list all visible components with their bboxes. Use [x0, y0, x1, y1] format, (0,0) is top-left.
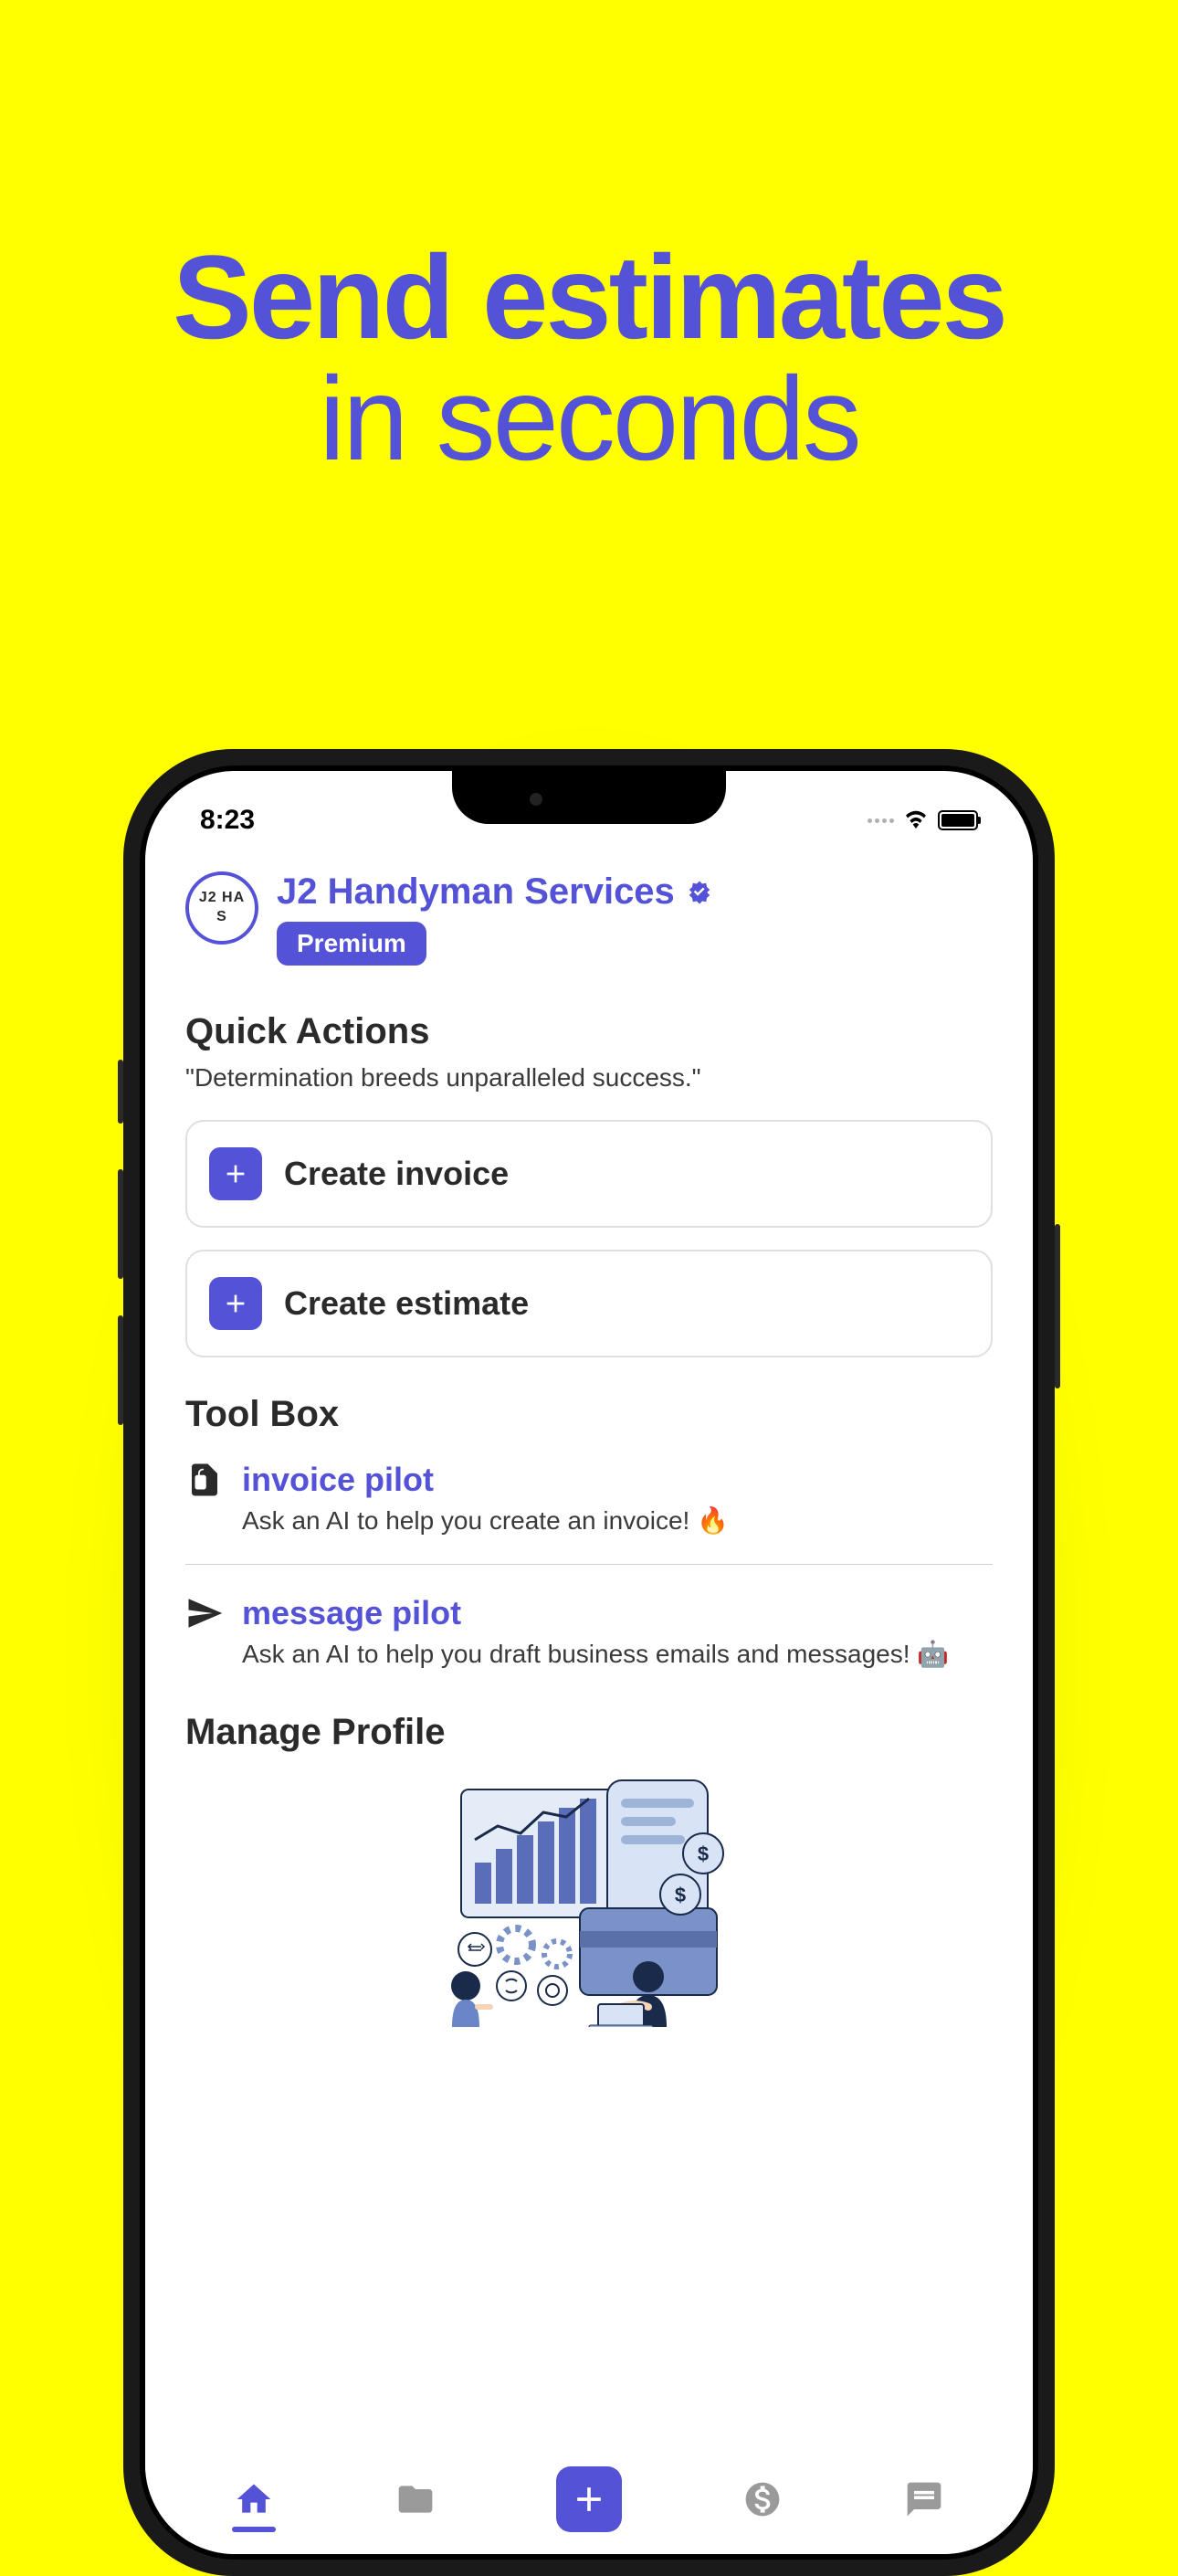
message-pilot-name: message pilot — [242, 1594, 993, 1632]
verified-badge-icon — [686, 879, 713, 906]
tool-content: message pilot Ask an AI to help you draf… — [242, 1594, 993, 1672]
bottom-nav — [145, 2444, 1033, 2554]
phone-inner-frame: 8:23 — [140, 765, 1038, 2560]
message-pilot-description: Ask an AI to help you draft business ema… — [242, 1636, 993, 1672]
dollar-circle-icon — [741, 2477, 784, 2521]
profile-name: J2 Handyman Services — [277, 871, 675, 913]
wifi-icon — [903, 808, 929, 833]
status-icons — [868, 808, 978, 833]
quick-actions-section: Quick Actions "Determination breeds unpa… — [185, 1011, 993, 1357]
plus-icon — [556, 2466, 622, 2532]
phone-frame: 8:23 — [123, 749, 1055, 2576]
headline-line-1: Send estimates — [0, 238, 1178, 356]
profile-info: J2 Handyman Services Premium — [277, 871, 713, 966]
folder-icon — [394, 2477, 437, 2521]
manage-profile-title: Manage Profile — [185, 1712, 993, 1753]
motivational-quote: "Determination breeds unparalleled succe… — [185, 1063, 993, 1093]
profile-illustration: $ $ — [185, 1771, 993, 2027]
status-time: 8:23 — [200, 805, 255, 836]
volume-down-button — [118, 1315, 123, 1425]
profile-name-row: J2 Handyman Services — [277, 871, 713, 913]
headline-line-2: in seconds — [0, 356, 1178, 481]
document-history-icon — [185, 1461, 224, 1499]
cellular-signal-icon — [868, 818, 894, 823]
volume-up-button — [118, 1169, 123, 1279]
app-content: J2 HA S J2 Handyman Services Premium — [145, 844, 1033, 2027]
send-icon — [185, 1594, 224, 1632]
message-icon — [902, 2477, 946, 2521]
quick-actions-title: Quick Actions — [185, 1011, 993, 1052]
create-invoice-label: Create invoice — [284, 1155, 509, 1193]
camera-dot — [530, 793, 542, 806]
profile-header: J2 HA S J2 Handyman Services Premium — [185, 871, 993, 966]
svg-text:$: $ — [698, 1842, 709, 1865]
home-icon — [232, 2477, 276, 2521]
premium-badge[interactable]: Premium — [277, 922, 426, 966]
create-estimate-button[interactable]: Create estimate — [185, 1250, 993, 1357]
avatar[interactable]: J2 HA S — [185, 871, 258, 945]
create-estimate-label: Create estimate — [284, 1284, 529, 1323]
battery-icon — [938, 810, 978, 830]
power-button — [1055, 1224, 1060, 1388]
toolbox-section: Tool Box invoice pilot Ask an AI to help… — [185, 1394, 993, 1697]
plus-icon — [209, 1147, 262, 1200]
create-invoice-button[interactable]: Create invoice — [185, 1120, 993, 1228]
invoice-pilot-description: Ask an AI to help you create an invoice!… — [242, 1503, 993, 1538]
manage-profile-section: Manage Profile — [185, 1712, 993, 2027]
tool-content: invoice pilot Ask an AI to help you crea… — [242, 1461, 993, 1538]
invoice-pilot-name: invoice pilot — [242, 1461, 993, 1499]
nav-money[interactable] — [741, 2477, 784, 2521]
phone-notch — [452, 771, 726, 824]
nav-create[interactable] — [556, 2466, 622, 2532]
message-pilot-item[interactable]: message pilot Ask an AI to help you draf… — [185, 1579, 993, 1697]
marketing-headline: Send estimates in seconds — [0, 0, 1178, 481]
plus-icon — [209, 1277, 262, 1330]
nav-active-indicator — [232, 2527, 276, 2532]
phone-screen: 8:23 — [145, 771, 1033, 2554]
svg-text:$: $ — [675, 1884, 686, 1906]
mute-switch — [118, 1060, 123, 1124]
nav-home[interactable] — [232, 2477, 276, 2521]
toolbox-title: Tool Box — [185, 1394, 993, 1435]
invoice-pilot-item[interactable]: invoice pilot Ask an AI to help you crea… — [185, 1446, 993, 1565]
nav-messages[interactable] — [902, 2477, 946, 2521]
nav-folder[interactable] — [394, 2477, 437, 2521]
